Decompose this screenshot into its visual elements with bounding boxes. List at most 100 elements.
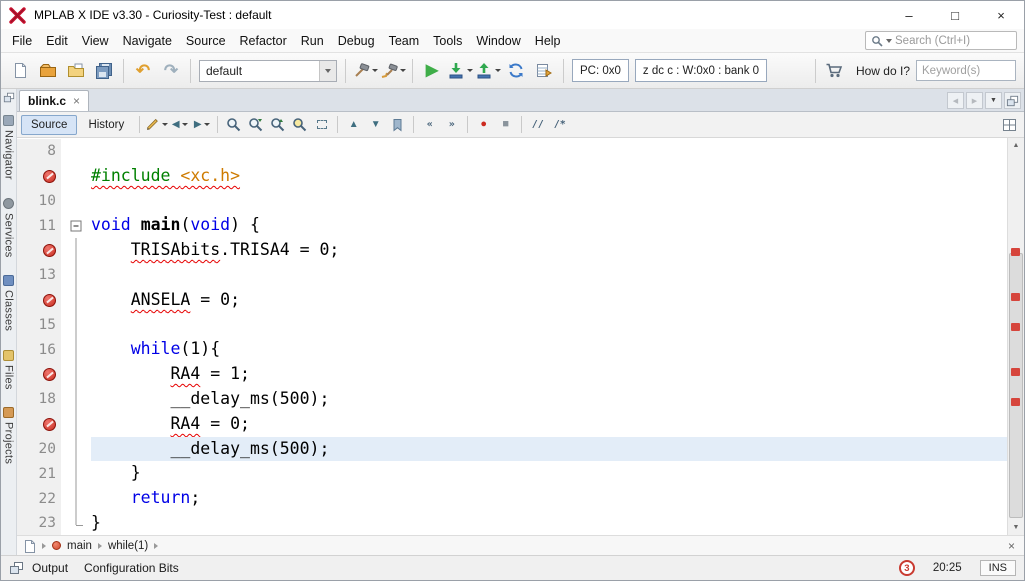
code-line-15[interactable]: 15 <box>17 312 1007 338</box>
clean-and-build-button[interactable] <box>380 57 406 85</box>
gutter-line-9[interactable] <box>17 163 61 189</box>
code-text[interactable] <box>91 313 1007 338</box>
notifications-badge[interactable]: 3 <box>898 560 915 576</box>
scroll-tabs-left-button[interactable]: ◀ <box>947 92 964 109</box>
build-project-button[interactable] <box>352 57 378 85</box>
error-stripe-mark[interactable] <box>1011 293 1020 301</box>
chevron-down-icon[interactable] <box>319 60 336 81</box>
status-tab-configuration-bits[interactable]: Configuration Bits <box>84 561 179 575</box>
tab-close-icon[interactable]: × <box>73 95 80 107</box>
gutter-line-18[interactable]: 18 <box>17 386 61 412</box>
back-button[interactable]: ◀ <box>169 114 190 135</box>
maximize-button[interactable]: □ <box>932 1 978 29</box>
search-input[interactable] <box>895 34 1011 47</box>
menu-item-window[interactable]: Window <box>469 31 527 51</box>
status-tab-output[interactable]: Output <box>32 561 68 575</box>
code-line-22[interactable]: 22 return; <box>17 486 1007 511</box>
menu-item-help[interactable]: Help <box>528 31 568 51</box>
run-project-button[interactable]: ▶ <box>419 57 445 85</box>
code-line-9[interactable]: #include <xc.h> <box>17 163 1007 189</box>
tab-blink-c[interactable]: blink.c × <box>19 90 90 111</box>
gutter-line-8[interactable]: 8 <box>17 139 61 164</box>
code-line-19[interactable]: RA4 = 0; <box>17 411 1007 437</box>
code-text[interactable]: } <box>91 511 1007 535</box>
menu-item-view[interactable]: View <box>75 31 116 51</box>
code-line-21[interactable]: 21 } <box>17 461 1007 487</box>
toggle-bookmark-button[interactable] <box>387 114 408 135</box>
code-line-11[interactable]: 11 void main(void) { <box>17 213 1007 239</box>
minimize-button[interactable]: – <box>886 1 932 29</box>
code-line-8[interactable]: 8 <box>17 139 1007 164</box>
close-button[interactable]: × <box>978 1 1024 29</box>
breadcrumb-item-main[interactable]: main <box>67 540 92 552</box>
scroll-up-button[interactable]: ▲ <box>1008 138 1024 153</box>
read-device-memory-button[interactable] <box>475 57 501 85</box>
code-fold-toggle[interactable] <box>61 213 91 238</box>
gutter-line-12[interactable] <box>17 238 61 263</box>
debug-registers-button[interactable] <box>531 57 557 85</box>
gutter-line-22[interactable]: 22 <box>17 486 61 511</box>
save-all-button[interactable] <box>91 57 117 85</box>
shift-line-right-button[interactable]: » <box>441 114 462 135</box>
find-selection-button[interactable] <box>223 114 244 135</box>
code-text[interactable] <box>91 189 1007 214</box>
menu-item-debug[interactable]: Debug <box>331 31 382 51</box>
refresh-debug-tool-button[interactable] <box>503 57 529 85</box>
code-line-23[interactable]: 23} <box>17 510 1007 535</box>
code-editor[interactable]: 8 #include <xc.h> 10 11 void main(void) { TR… <box>17 138 1024 535</box>
code-text[interactable] <box>91 139 1007 164</box>
new-file-button[interactable] <box>7 57 33 85</box>
code-text[interactable]: return; <box>91 486 1007 511</box>
stop-macro-recording-button[interactable]: ■ <box>495 114 516 135</box>
code-text[interactable]: void main(void) { <box>91 213 1007 238</box>
code-text[interactable]: #include <xc.h> <box>91 164 1007 189</box>
gutter-line-15[interactable]: 15 <box>17 312 61 338</box>
configuration-select[interactable]: default <box>199 59 337 82</box>
last-edit-location-button[interactable] <box>145 114 169 135</box>
code-line-14[interactable]: ANSELA = 0; <box>17 287 1007 313</box>
gutter-line-20[interactable]: 20 <box>17 436 61 462</box>
scrollbar-track[interactable] <box>1008 153 1024 520</box>
keyword-input[interactable] <box>916 60 1016 81</box>
cart-button[interactable] <box>822 57 848 85</box>
menu-item-tools[interactable]: Tools <box>426 31 469 51</box>
code-line-12[interactable]: TRISAbits.TRISA4 = 0; <box>17 238 1007 263</box>
open-project-button[interactable] <box>35 57 61 85</box>
forward-button[interactable]: ▶ <box>191 114 212 135</box>
breadcrumb-close-icon[interactable]: × <box>1008 539 1017 553</box>
make-and-program-device-button[interactable] <box>447 57 473 85</box>
menu-item-navigate[interactable]: Navigate <box>116 31 179 51</box>
next-bookmark-button[interactable]: ▼ <box>365 114 386 135</box>
vertical-scrollbar[interactable]: ▲ ▼ <box>1007 138 1024 535</box>
find-previous-occurrence-button[interactable] <box>267 114 288 135</box>
shift-line-left-button[interactable]: « <box>419 114 440 135</box>
error-stripe-mark[interactable] <box>1011 368 1020 376</box>
menu-item-refactor[interactable]: Refactor <box>233 31 294 51</box>
uncomment-button[interactable]: /* <box>549 114 570 135</box>
breadcrumb-item-while1[interactable]: while(1) <box>108 540 148 552</box>
code-text[interactable]: __delay_ms(500); <box>91 436 1007 462</box>
source-view-button[interactable]: Source <box>21 114 78 135</box>
menu-item-run[interactable]: Run <box>294 31 331 51</box>
dock-tab-projects[interactable]: Projects <box>3 407 15 464</box>
dock-tab-services[interactable]: Services <box>3 197 15 257</box>
window-group-icon[interactable] <box>3 92 15 103</box>
find-next-occurrence-button[interactable] <box>245 114 266 135</box>
gutter-line-21[interactable]: 21 <box>17 461 61 487</box>
code-text[interactable]: TRISAbits.TRISA4 = 0; <box>91 238 1007 263</box>
scroll-tabs-right-button[interactable]: ▶ <box>966 92 983 109</box>
gutter-line-16[interactable]: 16 <box>17 337 61 363</box>
code-line-20[interactable]: 20 __delay_ms(500); <box>17 436 1007 462</box>
gutter-line-23[interactable]: 23 <box>17 510 61 535</box>
menu-item-edit[interactable]: Edit <box>39 31 75 51</box>
code-text[interactable] <box>91 263 1007 288</box>
code-line-16[interactable]: 16 while(1){ <box>17 337 1007 363</box>
code-line-13[interactable]: 13 <box>17 262 1007 288</box>
gutter-line-13[interactable]: 13 <box>17 262 61 288</box>
comment-button[interactable]: // <box>527 114 548 135</box>
history-view-button[interactable]: History <box>78 115 134 135</box>
dock-tab-files[interactable]: Files <box>3 349 15 389</box>
code-text[interactable]: __delay_ms(500); <box>91 387 1007 412</box>
toggle-highlight-search-button[interactable] <box>289 114 310 135</box>
gutter-line-17[interactable] <box>17 362 61 387</box>
